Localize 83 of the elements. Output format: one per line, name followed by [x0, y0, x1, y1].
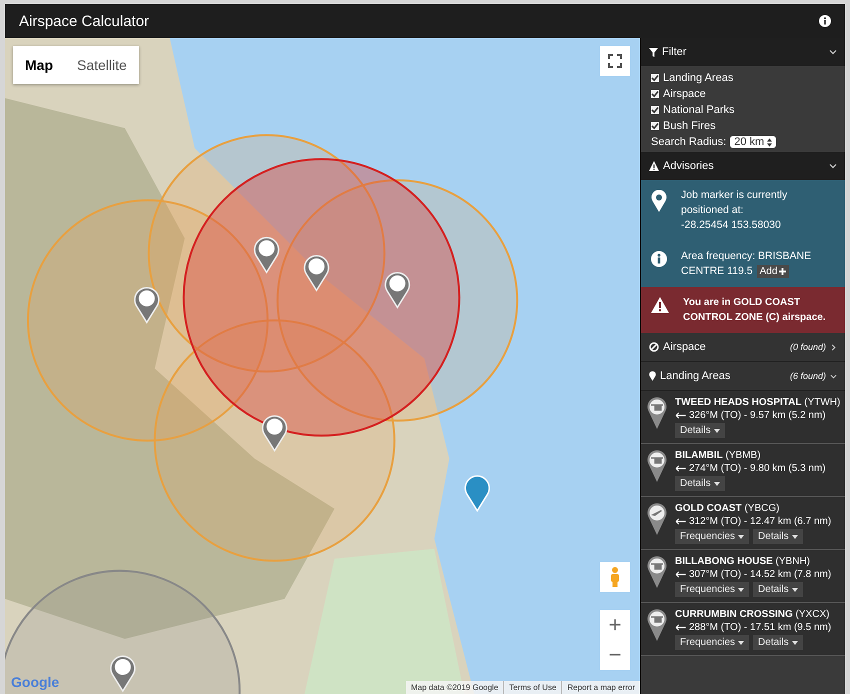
section-header[interactable]: Filter	[641, 38, 845, 66]
section-title: Landing Areas	[649, 370, 786, 382]
caret-icon	[714, 482, 720, 486]
advisory-text: Area frequency: BRISBANE CENTRE 119.5 Add	[681, 249, 812, 279]
info-icon[interactable]	[819, 15, 831, 27]
landing-area-name: GOLD COAST (YBCG)	[675, 503, 780, 514]
chevron-icon[interactable]	[830, 372, 837, 380]
plus-icon	[779, 268, 786, 275]
airport-marker-icon	[647, 503, 667, 535]
landing-area-name: BILAMBIL (YBMB)	[675, 450, 762, 461]
person-icon	[610, 567, 620, 587]
advisory-text: Job marker is currently positioned at:	[681, 188, 788, 218]
add-button[interactable]: Add	[756, 265, 790, 278]
checkbox-label: Landing Areas	[663, 72, 734, 84]
warning-icon	[651, 297, 669, 313]
checkbox[interactable]	[651, 90, 659, 98]
result-count: (0 found)	[790, 342, 826, 352]
location-pin-icon	[651, 190, 667, 212]
info-icon	[651, 251, 667, 267]
map-type-tab[interactable]: Satellite	[65, 46, 139, 84]
helipad-marker-icon	[647, 556, 667, 588]
dropdown-button[interactable]: Frequencies	[675, 582, 750, 597]
section-header[interactable]: Landing Areas (6 found)	[641, 362, 845, 391]
helipad-marker-icon	[647, 397, 667, 429]
section-title: Airspace	[649, 341, 786, 353]
result-count: (6 found)	[790, 371, 826, 381]
checkbox[interactable]	[651, 106, 659, 114]
caret-icon	[738, 534, 744, 538]
dropdown-button[interactable]: Details	[753, 635, 803, 650]
section-title: Advisories	[649, 160, 825, 172]
bearing-text: 274°M (TO) - 9.80 km (5.3 nm)	[689, 463, 826, 474]
bearing-arrow-icon	[675, 624, 686, 631]
chevron-icon[interactable]	[829, 162, 837, 170]
fullscreen-icon	[608, 54, 622, 68]
bearing-arrow-icon	[675, 518, 686, 525]
map-type-tab[interactable]: Map	[13, 46, 65, 84]
filter-icon	[649, 48, 658, 56]
helipad-marker-icon	[647, 609, 667, 641]
bearing-arrow-icon	[675, 412, 686, 419]
helipad-marker-icon	[647, 450, 667, 482]
attribution-link[interactable]: Terms of Use	[503, 681, 562, 694]
spinner-arrows-icon	[767, 138, 772, 146]
advisory-text: -28.25454 153.58030	[681, 218, 782, 233]
dropdown-button[interactable]: Details	[675, 476, 725, 491]
checkbox[interactable]	[651, 122, 659, 130]
fullscreen-button[interactable]	[600, 46, 630, 76]
caret-icon	[792, 534, 798, 538]
search-radius-label: Search Radius:	[651, 136, 726, 148]
checkbox-label: Airspace	[663, 88, 706, 100]
bearing-text: 307°M (TO) - 14.52 km (7.8 nm)	[689, 569, 832, 580]
landing-area-name: TWEED HEADS HOSPITAL (YTWH)	[675, 397, 840, 408]
landing-area-name: BILLABONG HOUSE (YBNH)	[675, 556, 812, 567]
search-radius-select[interactable]: 20 km	[730, 136, 776, 148]
caret-icon	[792, 588, 798, 592]
bearing-text: 326°M (TO) - 9.57 km (5.2 nm)	[689, 410, 826, 421]
bearing-arrow-icon	[675, 465, 686, 472]
bearing-text: 312°M (TO) - 12.47 km (6.7 nm)	[689, 516, 832, 527]
bearing-text: 288°M (TO) - 17.51 km (9.5 nm)	[689, 622, 832, 633]
bearing-arrow-icon	[675, 571, 686, 578]
dropdown-button[interactable]: Frequencies	[675, 635, 750, 650]
warning-icon	[649, 161, 659, 171]
caret-icon	[738, 588, 744, 592]
chevron-icon[interactable]	[829, 48, 837, 56]
location-pin-icon	[649, 371, 656, 381]
dropdown-button[interactable]: Frequencies	[675, 529, 750, 544]
checkbox-label: Bush Fires	[663, 120, 716, 132]
checkbox[interactable]	[651, 74, 659, 82]
dropdown-button[interactable]: Details	[675, 423, 725, 438]
landing-area-name: CURRUMBIN CROSSING (YXCX)	[675, 609, 830, 620]
prohibited-icon	[649, 342, 659, 352]
section-header[interactable]: Airspace (0 found)	[641, 333, 845, 362]
advisory-text: You are in GOLD COAST CONTROL ZONE (C) airspace.	[683, 296, 827, 325]
caret-icon	[714, 428, 720, 432]
dropdown-button[interactable]: Details	[753, 529, 803, 544]
checkbox-label: National Parks	[663, 104, 735, 116]
dropdown-button[interactable]: Details	[753, 582, 803, 597]
caret-icon	[738, 640, 744, 644]
chevron-icon[interactable]	[830, 344, 837, 350]
window-title: Airspace Calculator	[19, 12, 150, 30]
map-logo: Google	[11, 674, 60, 690]
section-header[interactable]: Advisories	[641, 152, 845, 180]
caret-icon	[792, 640, 798, 644]
section-title: Filter	[649, 46, 825, 58]
